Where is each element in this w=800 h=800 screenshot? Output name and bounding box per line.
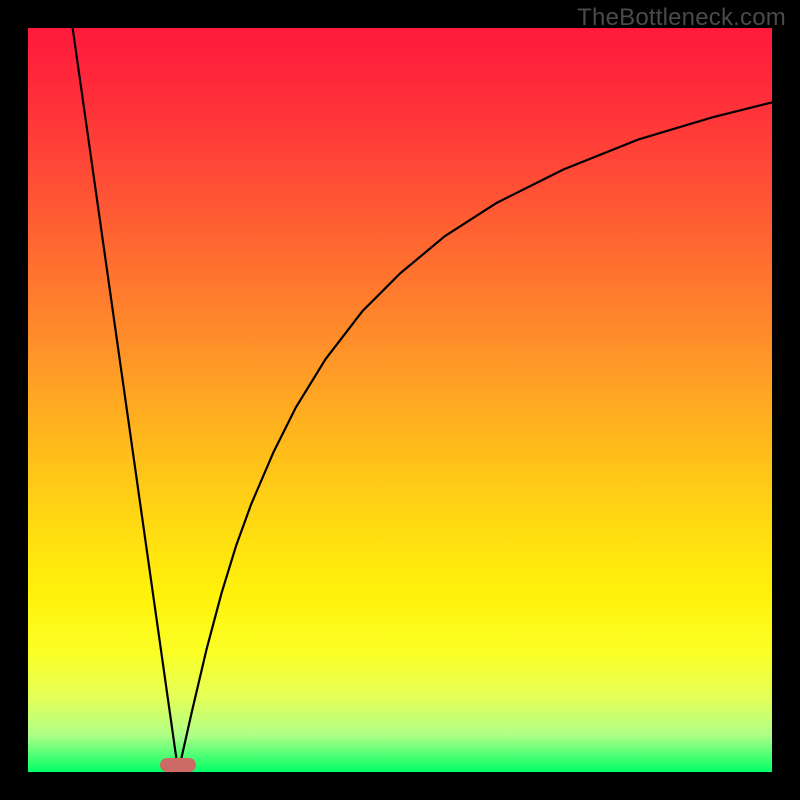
bottleneck-curve (28, 28, 772, 772)
optimal-point-marker (160, 758, 196, 772)
